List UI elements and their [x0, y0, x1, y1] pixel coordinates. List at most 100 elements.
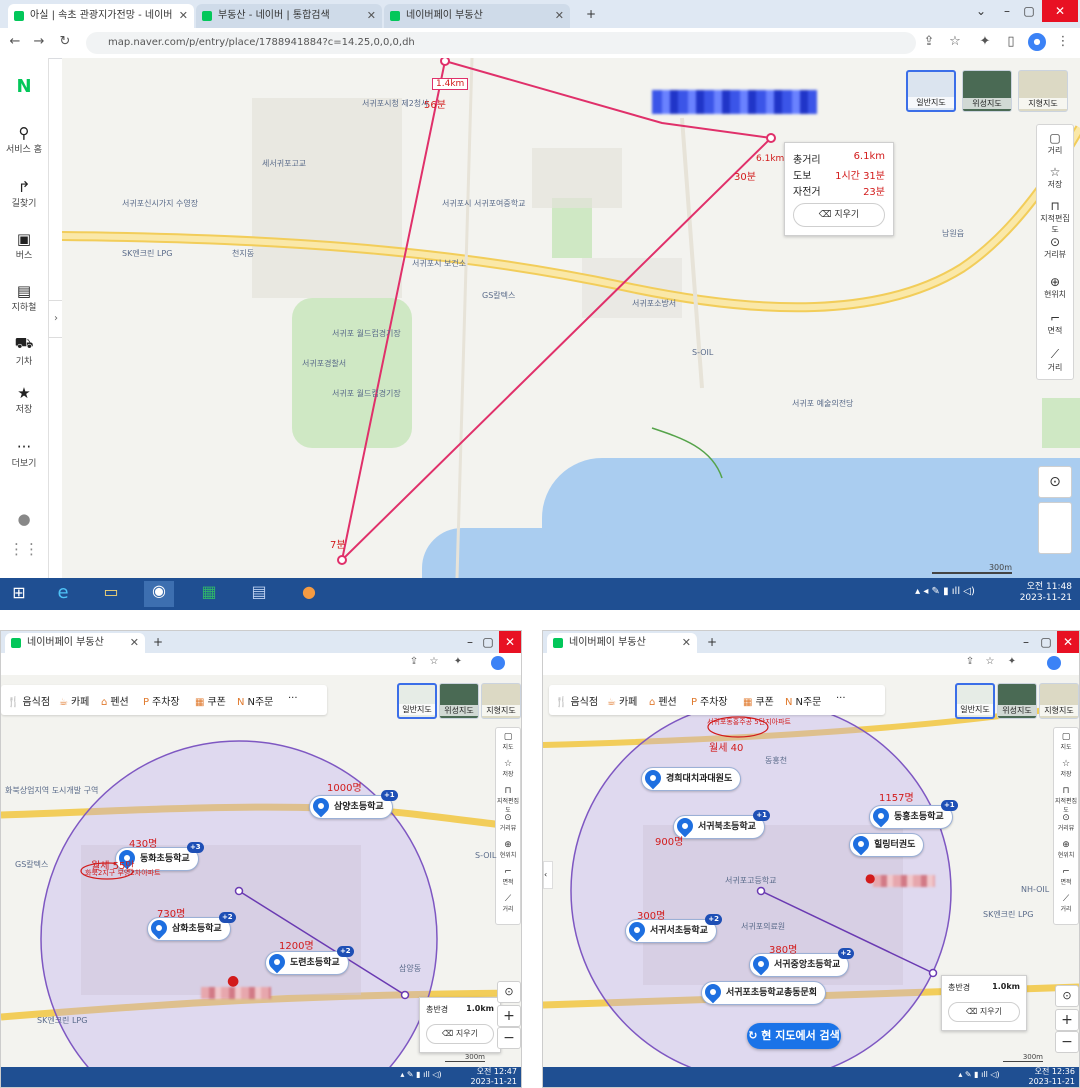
- maptype-terrain[interactable]: 지형지도: [481, 683, 521, 719]
- poi-label[interactable]: S-OIL: [692, 348, 713, 357]
- poi-label[interactable]: 서귀포시청 제2청사: [362, 98, 429, 109]
- map-tool-button[interactable]: ⌐ 면적: [1054, 867, 1078, 886]
- windows-start-icon[interactable]: ⊞: [8, 583, 30, 602]
- sidebar-item[interactable]: ★ 저장: [0, 384, 48, 415]
- category-chip[interactable]: ▦ 쿠폰: [195, 693, 226, 708]
- bookmark-star-icon[interactable]: ☆: [983, 656, 997, 667]
- sidepanel-icon[interactable]: ▯: [1002, 34, 1020, 49]
- browser-tab[interactable]: 아실 | 속초 관광지가전망 - 네이버 ✕: [8, 4, 194, 28]
- category-chip[interactable]: ⌂ 펜션: [101, 693, 129, 708]
- poi-label[interactable]: 서귀포 월드컵경기장: [332, 328, 401, 339]
- chrome-icon[interactable]: ◉: [144, 581, 174, 607]
- school-marker[interactable]: 동홍초등학교 +1: [869, 800, 958, 829]
- zoom-in-button[interactable]: +: [1055, 1009, 1079, 1031]
- map-tool-button[interactable]: ⌐ 면적: [496, 867, 520, 886]
- minimize-button[interactable]: –: [996, 0, 1018, 22]
- map-tool-button[interactable]: ⊓ 지적편집도: [496, 786, 520, 814]
- map-tool-button[interactable]: ⊕ 현위치: [1054, 840, 1078, 859]
- map-canvas[interactable]: 1.4km 56분 6.1km 30분 7분 서귀포시청 제2청사 세서귀포고교 서…: [62, 58, 1080, 578]
- extension-icon[interactable]: ✦: [976, 34, 994, 49]
- side-collapse-handle[interactable]: ‹: [543, 861, 553, 889]
- map-tool-button[interactable]: ☆ 저장: [496, 759, 520, 778]
- school-marker[interactable]: 서귀중앙초등학교 +2: [749, 948, 855, 977]
- share-icon[interactable]: ⇪: [963, 656, 977, 667]
- category-chip[interactable]: P 주차장: [691, 693, 728, 708]
- apps-grid-icon[interactable]: ⋮⋮: [0, 540, 48, 558]
- tab-search-icon[interactable]: ⌄: [970, 0, 992, 22]
- poi-label[interactable]: 서귀포시 보건소: [412, 258, 466, 269]
- map-tool-button[interactable]: ☆ 저장: [1037, 165, 1073, 190]
- browser-tab[interactable]: 부동산 - 네이버 | 통합검색 ✕: [196, 4, 382, 28]
- school-marker[interactable]: 삼양초등학교 +1: [309, 790, 398, 819]
- category-chip[interactable]: ···: [285, 693, 298, 704]
- map-tool-button[interactable]: ⟋ 거리: [1054, 894, 1078, 913]
- extension-icon[interactable]: ✦: [1005, 656, 1019, 667]
- maptype-terrain[interactable]: 지형지도: [1039, 683, 1079, 719]
- maptype-satellite[interactable]: 위성지도: [962, 70, 1012, 112]
- new-tab-button[interactable]: +: [149, 631, 167, 653]
- sidebar-item[interactable]: ▤ 지하철: [0, 282, 48, 313]
- close-icon[interactable]: ✕: [682, 633, 691, 653]
- clear-radius-button[interactable]: ⌫ 지우기: [948, 1002, 1020, 1022]
- map-tool-button[interactable]: ⊙ 거리뷰: [1054, 813, 1078, 832]
- maptype-satellite[interactable]: 위성지도: [439, 683, 479, 719]
- map-tool-button[interactable]: ⊙ 거리뷰: [496, 813, 520, 832]
- maximize-button[interactable]: ▢: [479, 631, 497, 653]
- map-tool-button[interactable]: ⟋ 거리: [496, 894, 520, 913]
- current-location-button[interactable]: ⊙: [1038, 466, 1072, 498]
- map-canvas[interactable]: 🍴 음식점 ☕ 카페 ⌂ 펜션 P 주차장 ▦ 쿠폰 N N주문 ··· 일반지도 위성지도 지형지도 …: [1, 675, 521, 1067]
- user-icon[interactable]: ●: [0, 510, 48, 528]
- zoom-out-button[interactable]: −: [1055, 1031, 1079, 1053]
- poi-label[interactable]: 서귀포경찰서: [302, 358, 346, 369]
- zoom-control[interactable]: [1038, 502, 1072, 554]
- zoom-out-button[interactable]: −: [497, 1027, 521, 1049]
- map-tool-button[interactable]: ⊓ 지적편집도: [1037, 199, 1073, 235]
- extension-icon[interactable]: ✦: [451, 656, 465, 667]
- category-chip[interactable]: ···: [833, 693, 846, 704]
- maptype-terrain[interactable]: 지형지도: [1018, 70, 1068, 112]
- zoom-in-button[interactable]: +: [497, 1005, 521, 1027]
- calculator-icon[interactable]: ▤: [246, 582, 272, 601]
- maximize-button[interactable]: ▢: [1018, 0, 1040, 22]
- poi-label[interactable]: 서귀포신시가지 수영장: [122, 198, 198, 209]
- category-chip[interactable]: N N주문: [237, 693, 273, 708]
- naver-logo[interactable]: N: [0, 76, 48, 97]
- share-icon[interactable]: ⇪: [407, 656, 421, 667]
- school-marker[interactable]: 도련초등학교 +2: [265, 946, 354, 975]
- maptype-normal[interactable]: 일반지도: [906, 70, 956, 112]
- ie-icon[interactable]: e: [50, 582, 76, 603]
- category-chip[interactable]: N N주문: [785, 693, 821, 708]
- category-chip[interactable]: 🍴 음식점: [7, 693, 50, 708]
- maptype-normal[interactable]: 일반지도: [955, 683, 995, 719]
- map-tool-button[interactable]: ▢ 지도: [1054, 732, 1078, 751]
- maximize-button[interactable]: ▢: [1037, 631, 1055, 653]
- school-marker[interactable]: 삼화초등학교 +2: [147, 912, 236, 941]
- map-tool-button[interactable]: ☆ 저장: [1054, 759, 1078, 778]
- map-canvas[interactable]: ‹ 🍴 음식점 ☕ 카페 ⌂ 펜션 P 주차장 ▦ 쿠폰 N N주문 ··· 일반지도 위성지도 지형지…: [543, 675, 1079, 1067]
- current-location-button[interactable]: ⊙: [1055, 985, 1079, 1007]
- category-chip[interactable]: ☕ 카페: [59, 693, 89, 708]
- new-tab-button[interactable]: +: [580, 3, 602, 25]
- browser-tab[interactable]: 네이버페이 부동산 ✕: [384, 4, 570, 28]
- map-tool-button[interactable]: ⌐ 면적: [1037, 311, 1073, 336]
- category-chip[interactable]: 🍴 음식점: [555, 693, 598, 708]
- sidebar-item[interactable]: ▣ 버스: [0, 230, 48, 261]
- map-tool-button[interactable]: ▢ 지도: [496, 732, 520, 751]
- close-icon[interactable]: ✕: [130, 633, 139, 653]
- maptype-normal[interactable]: 일반지도: [397, 683, 437, 719]
- minimize-button[interactable]: –: [1017, 631, 1035, 653]
- sidebar-item[interactable]: ··· 더보기: [0, 438, 48, 469]
- minimize-button[interactable]: –: [461, 631, 479, 653]
- map-tool-button[interactable]: ⊙ 거리뷰: [1037, 235, 1073, 260]
- browser-tab[interactable]: 네이버페이 부동산 ✕: [5, 633, 145, 653]
- category-chip[interactable]: ⌂ 펜션: [649, 693, 677, 708]
- sidebar-item[interactable]: ↱ 길찾기: [0, 178, 48, 209]
- forward-icon[interactable]: →: [30, 34, 48, 49]
- bookmark-star-icon[interactable]: ☆: [427, 656, 441, 667]
- maptype-satellite[interactable]: 위성지도: [997, 683, 1037, 719]
- poi-label[interactable]: 천지동: [232, 248, 254, 259]
- poi-label[interactable]: 남원읍: [942, 228, 964, 239]
- poi-label[interactable]: 서귀포시 서귀포여중학교: [442, 198, 526, 209]
- profile-avatar[interactable]: [491, 656, 505, 670]
- reload-icon[interactable]: ↻: [56, 34, 74, 49]
